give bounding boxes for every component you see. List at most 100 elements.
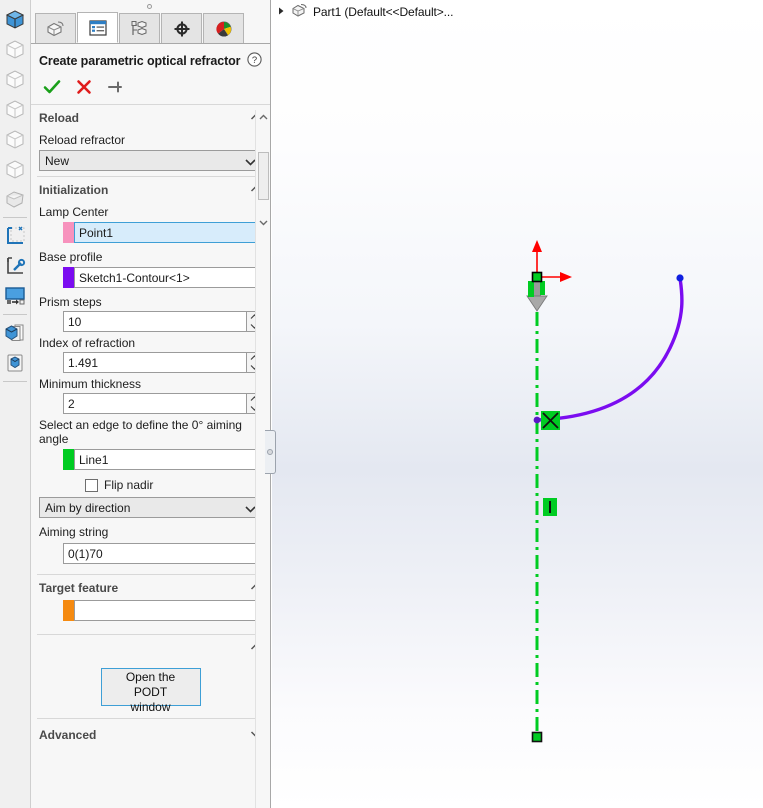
row-prism-steps [31, 311, 270, 332]
panel-splitter-handle[interactable] [265, 430, 276, 474]
minimum-thickness-input[interactable] [63, 393, 247, 414]
rail-item-view-orientation-isometric[interactable] [1, 4, 30, 33]
property-manager-actions [31, 76, 270, 105]
graphics-viewport[interactable]: Part1 (Default<<Default>... [272, 0, 763, 808]
open-podt-window-button[interactable]: Open the PODT window [100, 668, 201, 714]
target-feature-selection[interactable] [63, 600, 262, 621]
label-base-profile: Base profile [39, 250, 103, 264]
row-target-feature [31, 599, 270, 624]
cube-wire-icon [6, 129, 24, 149]
row-lamp-center [31, 221, 270, 246]
edge-swatch [63, 449, 74, 470]
rail-divider [3, 381, 27, 382]
cube-solid-icon [5, 9, 25, 29]
rail-item-view-orientation-right[interactable] [1, 124, 30, 153]
lamp-center-selection[interactable] [63, 222, 262, 243]
screen-arrow-icon [5, 286, 25, 304]
edge-selection[interactable] [63, 449, 262, 470]
rail-divider [3, 314, 27, 315]
aiming-string-input[interactable] [63, 543, 262, 564]
section-header-reload[interactable]: Reload [31, 107, 270, 129]
base-profile-input[interactable] [74, 267, 262, 288]
tab-property-manager[interactable] [77, 12, 118, 43]
label-edge-aiming-angle: Select an edge to define the 0° aiming a… [39, 418, 242, 446]
display-sphere-icon [215, 21, 231, 37]
help-question-icon[interactable]: ? [247, 52, 262, 70]
podt-button-line2: window [130, 700, 171, 714]
pierce-relation-badge[interactable] [541, 411, 560, 430]
row-aiming-string [31, 541, 270, 566]
rail-item-appearance-tool[interactable] [1, 318, 30, 347]
target-feature-input[interactable] [74, 600, 262, 621]
rail-item-edit-sketch-tool[interactable] [1, 251, 30, 280]
divider [37, 574, 264, 575]
section-title-initialization: Initialization [39, 183, 109, 197]
scrollbar-thumb[interactable] [258, 152, 269, 200]
section-header-podt[interactable] [31, 637, 270, 659]
tab-configuration-manager[interactable] [119, 13, 160, 43]
ok-button[interactable] [43, 78, 61, 96]
row-minimum-thickness [31, 393, 270, 414]
divider [37, 718, 264, 719]
spline-endpoint-bottom[interactable] [533, 416, 541, 424]
property-manager-header: Create parametric optical refractor ? [31, 44, 270, 76]
reload-refractor-select[interactable]: New [39, 150, 262, 171]
property-list-icon [88, 19, 107, 36]
feature-tree-icon [46, 20, 64, 36]
section-title-reload: Reload [39, 111, 80, 125]
spline-endpoint-top[interactable] [676, 274, 684, 282]
row-podt-button: Open the PODT window [31, 659, 270, 716]
scroll-down-arrow-icon[interactable] [256, 215, 270, 230]
tab-feature-manager[interactable] [35, 13, 76, 43]
dimxpert-target-icon [174, 21, 189, 36]
label-reload-refractor: Reload refractor [39, 133, 126, 147]
label-index-of-refraction: Index of refraction [39, 336, 136, 350]
base-profile-spline[interactable] [533, 274, 684, 424]
edge-input[interactable] [74, 449, 262, 470]
scroll-up-arrow-icon[interactable] [256, 110, 270, 125]
rail-item-view-orientation-top[interactable] [1, 154, 30, 183]
rail-item-view-orientation-back[interactable] [1, 64, 30, 93]
solidworks-window: Create parametric optical refractor ? Re… [0, 0, 763, 808]
sketch-wrench-icon [7, 256, 26, 274]
svg-text:?: ? [252, 55, 257, 66]
rail-item-scene-tool[interactable] [1, 348, 30, 377]
panel-grip[interactable] [31, 0, 270, 12]
label-aiming-string: Aiming string [39, 525, 109, 539]
divider [37, 176, 264, 177]
section-header-advanced[interactable]: Advanced [31, 724, 270, 746]
property-manager-panel: Create parametric optical refractor ? Re… [31, 0, 271, 808]
rail-item-view-orientation-left[interactable] [1, 94, 30, 123]
rail-item-sketch-tool[interactable] [1, 221, 30, 250]
section-title-advanced: Advanced [39, 728, 97, 742]
flip-nadir-checkbox[interactable] [85, 478, 98, 492]
row-flip-nadir[interactable]: Flip nadir [31, 473, 270, 496]
tab-display-manager[interactable] [203, 13, 244, 43]
index-of-refraction-input[interactable] [63, 352, 247, 373]
centerline-endpoint[interactable] [531, 731, 543, 743]
aim-mode-select[interactable]: Aim by direction [39, 497, 262, 518]
grip-dot-icon [147, 4, 152, 9]
podt-button-line1: Open the PODT [125, 670, 176, 699]
divider [37, 634, 264, 635]
base-profile-selection[interactable] [63, 267, 262, 288]
lamp-center-input[interactable] [74, 222, 262, 243]
label-lamp-center: Lamp Center [39, 205, 109, 219]
prism-steps-input[interactable] [63, 311, 247, 332]
rail-item-view-orientation-front[interactable] [1, 34, 30, 63]
lamp-center-swatch [63, 222, 74, 243]
rail-item-section-view-tool[interactable] [1, 281, 30, 310]
section-header-target-feature[interactable]: Target feature [31, 577, 270, 599]
section-header-initialization[interactable]: Initialization [31, 179, 270, 201]
tab-dimxpert-manager[interactable] [161, 13, 202, 43]
rail-item-view-orientation-bottom[interactable] [1, 184, 30, 213]
model-geometry [526, 240, 684, 743]
vertical-relation-badge[interactable] [543, 498, 557, 516]
grip-dot-icon [267, 449, 273, 455]
rail-divider [3, 217, 27, 218]
view-orientation-rail [0, 0, 31, 808]
pushpin-icon[interactable] [107, 78, 125, 96]
cancel-button[interactable] [75, 78, 93, 96]
origin-triad[interactable] [531, 240, 572, 283]
flip-nadir-label: Flip nadir [104, 478, 154, 492]
